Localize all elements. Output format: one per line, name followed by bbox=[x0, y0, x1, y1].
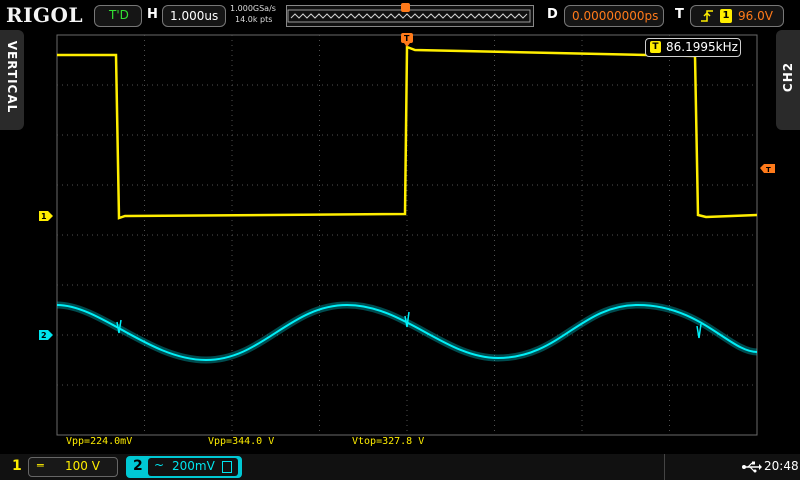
measurement-2: Vpp=344.0 V bbox=[208, 436, 275, 447]
ch1-scale-value: 100 V bbox=[65, 459, 100, 473]
ch2-marker-label: 2 bbox=[41, 331, 47, 340]
ch1-marker-label: 1 bbox=[41, 212, 47, 221]
clock-time: 20:48 bbox=[764, 459, 799, 473]
ch2-coupling-icon: ~ bbox=[154, 458, 165, 472]
bottom-status-bar: 1 ═ 100 V 2 ~ 200mV 20:48 bbox=[0, 454, 800, 480]
measurement-1: Vpp=224.0mV bbox=[66, 436, 133, 447]
ch1-coupling-icon: ═ bbox=[37, 459, 44, 472]
ch1-waveform bbox=[57, 45, 758, 220]
ch1-ground-marker[interactable]: 1 bbox=[39, 211, 53, 221]
waveform-display[interactable]: T T 1 2 bbox=[0, 0, 800, 480]
ch2-scale-field[interactable]: ~ 200mV bbox=[148, 458, 238, 476]
frequency-counter: T 86.1995kHz bbox=[645, 38, 741, 57]
status-tray: 20:48 bbox=[664, 454, 800, 480]
ch2-scale-value: 200mV bbox=[172, 459, 215, 473]
measurement-3: Vtop=327.8 V bbox=[352, 436, 425, 447]
frequency-value: 86.1995kHz bbox=[666, 40, 738, 54]
ch1-settings[interactable]: 1 ═ 100 V bbox=[0, 456, 118, 478]
ch2-ground-marker[interactable]: 2 bbox=[39, 330, 53, 340]
usb-icon bbox=[742, 461, 762, 473]
frequency-badge: T bbox=[650, 41, 661, 53]
ch1-number: 1 bbox=[12, 458, 22, 474]
ch1-scale-field[interactable]: ═ 100 V bbox=[28, 457, 118, 477]
trigger-position-marker[interactable]: T bbox=[401, 33, 413, 47]
trigger-level-marker-label: T bbox=[766, 166, 771, 174]
trigger-position-label: T bbox=[404, 34, 410, 43]
ch2-waveform bbox=[56, 301, 758, 364]
trigger-level-marker[interactable]: T bbox=[760, 164, 775, 174]
bandwidth-limit-icon bbox=[222, 461, 232, 473]
ch2-settings[interactable]: 2 ~ 200mV bbox=[126, 456, 242, 478]
ch2-number: 2 bbox=[133, 458, 143, 474]
